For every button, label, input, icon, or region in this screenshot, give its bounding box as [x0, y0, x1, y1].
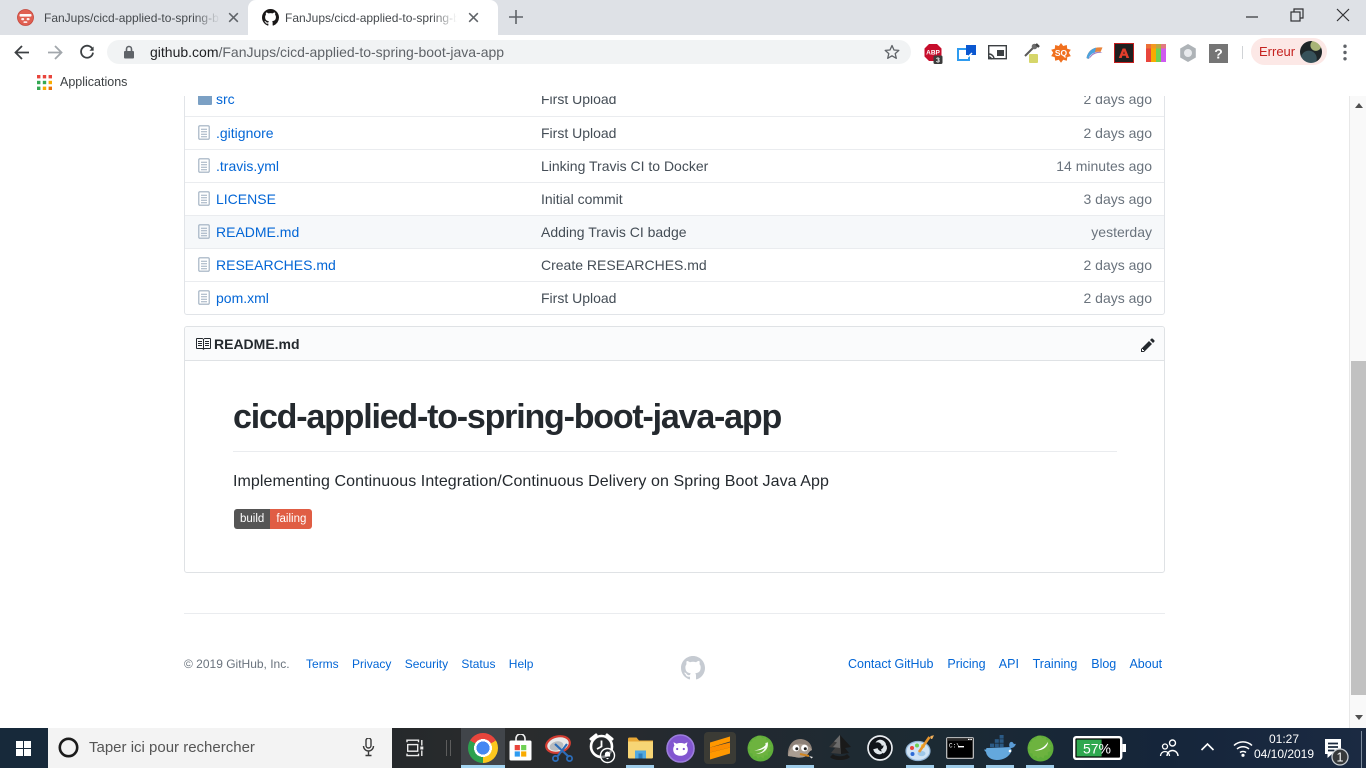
- svg-text:?: ?: [1214, 46, 1223, 62]
- svg-text:ABP: ABP: [926, 50, 940, 57]
- svg-text:1: 1: [1337, 751, 1344, 765]
- svg-text:3: 3: [936, 57, 940, 64]
- svg-text:SQ: SQ: [1055, 48, 1068, 58]
- svg-text:57%: 57%: [1083, 741, 1111, 757]
